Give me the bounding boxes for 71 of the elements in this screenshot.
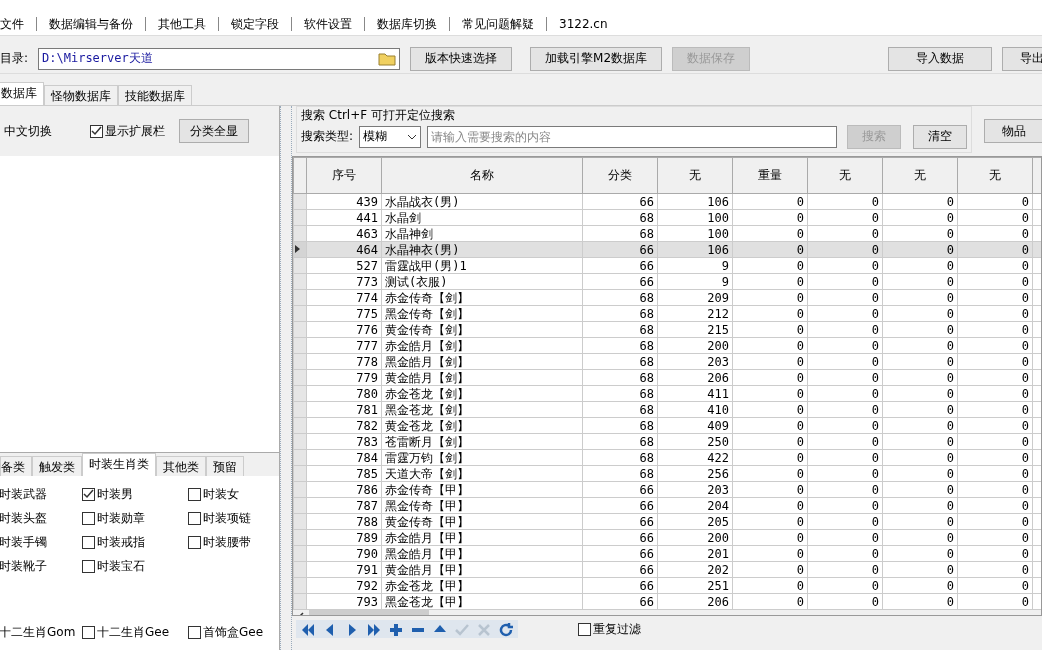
toolbar-button[interactable]: 加载引擎M2数据库 (530, 46, 663, 71)
tab[interactable]: 怪物数据库 (44, 85, 118, 105)
menu-item[interactable]: 3122.cn (547, 16, 620, 31)
directory-field[interactable]: D:\Mirserver天道 (38, 47, 401, 70)
option-label: 时装武器 (0, 485, 48, 503)
toggle-label[interactable]: 中文切换 (4, 122, 52, 140)
search-field[interactable]: 请输入需要搜索的内容 (427, 125, 838, 148)
menu-item[interactable]: 文件 (0, 16, 37, 31)
chevron-down-icon (407, 133, 418, 140)
menu-item[interactable]: 其他工具 (146, 16, 219, 31)
checkbox-label: 时装腰带 (203, 533, 251, 551)
checkbox-label: 重复过滤 (593, 620, 641, 638)
menu-item[interactable]: 软件设置 (292, 16, 365, 31)
search-type-label: 搜索类型: (301, 128, 354, 145)
menu-item[interactable]: 常见问题解疑 (450, 16, 547, 31)
checkbox[interactable] (90, 124, 103, 138)
checkbox[interactable] (82, 535, 95, 549)
column-header[interactable]: 分类 (582, 157, 658, 194)
checkbox-label: 时装项链 (203, 509, 251, 527)
checkbox[interactable] (82, 559, 95, 573)
tab[interactable]: 其他类 (156, 456, 206, 476)
menu-item[interactable]: 数据编辑与备份 (37, 16, 146, 31)
column-header[interactable]: 无 (882, 157, 958, 194)
search-title: 搜索 Ctrl+F 可打开定位搜索 (301, 106, 456, 124)
option-label: 时装靴子 (0, 557, 48, 575)
refresh-icon[interactable] (498, 622, 514, 636)
tab[interactable]: 触发类 (32, 456, 82, 476)
plus-icon[interactable] (388, 622, 404, 636)
column-header[interactable]: 无 (807, 157, 883, 194)
clear-button[interactable]: 清空 (913, 124, 968, 149)
option-label: 十二生肖Gom (0, 623, 77, 641)
first-icon[interactable] (300, 622, 316, 636)
tab[interactable]: 时装生肖类 (82, 453, 156, 476)
tab[interactable]: 数据库 (0, 82, 44, 105)
directory-label: 目录: (0, 50, 29, 67)
tab[interactable]: 预留 (206, 456, 244, 476)
option-label: 时装手镯 (0, 533, 48, 551)
menu-item[interactable]: 锁定字段 (219, 16, 292, 31)
checkbox-label: 时装戒指 (97, 533, 145, 551)
checkbox-label: 时装女 (203, 485, 239, 503)
column-header[interactable]: 无 (657, 157, 733, 194)
items-button[interactable]: 物品 (984, 119, 1042, 143)
option-label: 时装头盔 (0, 509, 48, 527)
checkbox-label: 时装宝石 (97, 557, 145, 575)
checkbox[interactable] (188, 535, 201, 549)
checkbox-label: 首饰盒Gee (203, 623, 264, 641)
checkbox[interactable] (82, 625, 95, 639)
checkbox-label: 显示扩展栏 (105, 122, 165, 140)
checkbox-label: 时装男 (97, 485, 133, 503)
column-header[interactable]: 名称 (381, 157, 583, 194)
toolbar-button[interactable]: 导出 (1002, 46, 1042, 71)
checkbox[interactable] (188, 487, 201, 501)
column-header[interactable]: 重量 (732, 157, 808, 194)
column-header[interactable]: 无 (957, 157, 1033, 194)
checkbox-label: 十二生肖Gee (97, 623, 170, 641)
checkbox-label: 时装勋章 (97, 509, 145, 527)
folder-icon[interactable] (378, 51, 397, 66)
checkbox[interactable] (188, 511, 201, 525)
checkbox[interactable] (578, 622, 591, 636)
checkbox[interactable] (82, 511, 95, 525)
search-type-select[interactable]: 模糊 (359, 125, 422, 148)
tab[interactable]: 技能数据库 (118, 85, 192, 105)
checkbox[interactable] (188, 625, 201, 639)
show-all-button[interactable]: 分类全显 (179, 119, 249, 143)
menu-item[interactable]: 数据库切换 (365, 16, 450, 31)
toolbar-button[interactable]: 导入数据 (888, 46, 992, 71)
toolbar-button[interactable]: 版本快速选择 (410, 46, 513, 71)
column-header[interactable]: 序号 (306, 157, 382, 194)
tab[interactable]: 备类 (0, 456, 32, 476)
last-icon[interactable] (366, 622, 382, 636)
checkbox[interactable] (82, 487, 95, 501)
